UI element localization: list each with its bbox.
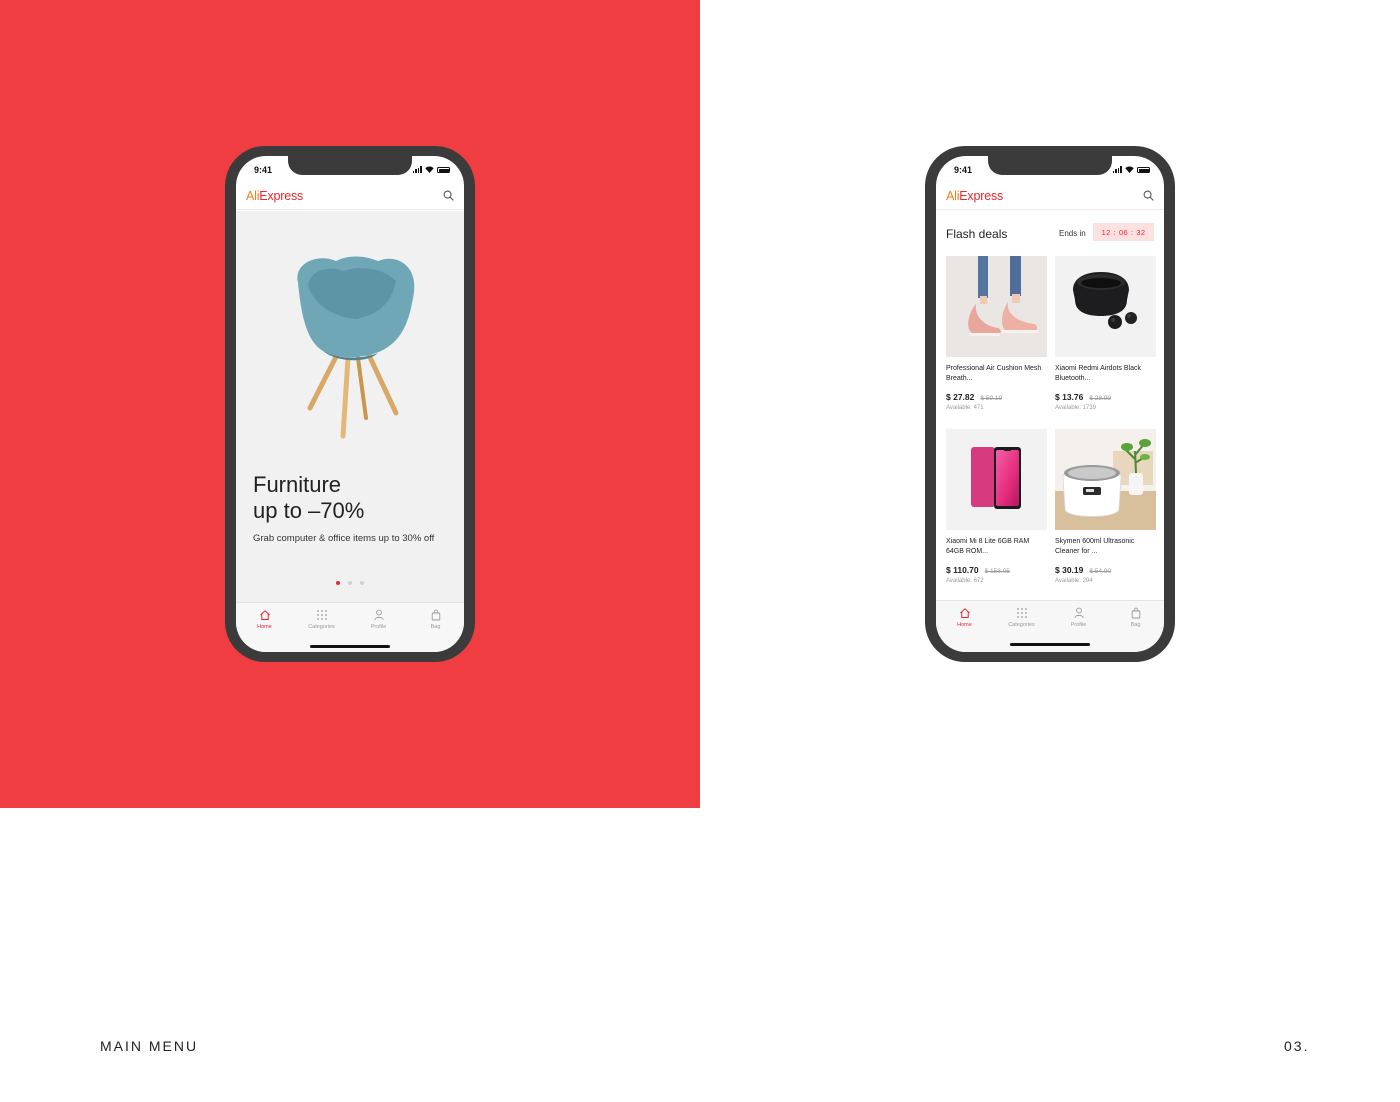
product-price: $ 27.82 (946, 392, 975, 402)
timer-seconds: 32 (1136, 227, 1146, 237)
product-price: $ 30.19 (1055, 565, 1084, 575)
product-image-ultrasonic-cleaner (1055, 429, 1156, 530)
bag-icon (431, 609, 440, 621)
tab-categories[interactable]: Categories (293, 609, 350, 630)
product-availability: Available: 294 (1055, 578, 1093, 584)
banner-subtitle: Grab computer & office items up to 30% o… (253, 533, 435, 544)
phone-mockup-home: 9:41 AliExpress Furniture up to –70% Gra… (225, 146, 475, 662)
carousel-dot[interactable] (360, 581, 364, 585)
tab-profile[interactable]: Profile (350, 609, 407, 630)
product-image-smartphone (946, 429, 1047, 530)
banner-title: Furniture up to –70% (253, 472, 365, 523)
carousel-dot[interactable] (336, 581, 340, 585)
carousel-indicator[interactable] (336, 581, 364, 585)
battery-icon (437, 167, 450, 173)
status-time: 9:41 (954, 165, 973, 175)
product-old-price: $ 153.05 (984, 568, 1010, 575)
product-card[interactable]: Professional Air Cushion Mesh Breath... … (946, 256, 1047, 411)
wifi-icon (425, 166, 434, 173)
product-availability: Available: 672 (946, 578, 984, 584)
chair-image (297, 256, 415, 439)
product-old-price: $ 59.19 (980, 395, 1003, 402)
product-old-price: $ 54.90 (1089, 568, 1112, 575)
aliexpress-logo[interactable]: AliExpress (246, 189, 303, 203)
tab-categories[interactable]: Categories (993, 607, 1050, 628)
status-time: 9:41 (254, 165, 273, 175)
promo-banner[interactable]: Furniture up to –70% Grab computer & off… (236, 211, 464, 602)
user-icon (373, 609, 384, 621)
grid-icon (1016, 608, 1027, 618)
tab-bag[interactable]: Bag (407, 609, 464, 630)
phone-notch (288, 156, 412, 175)
countdown-timer: 12 : 06 : 32 (1093, 223, 1154, 241)
timer-hours: 12 (1101, 227, 1111, 237)
bag-icon (1131, 607, 1140, 619)
product-old-price: $ 28.99 (1089, 395, 1112, 402)
tab-bag[interactable]: Bag (1107, 607, 1164, 628)
phone-screen: 9:41 AliExpress Furniture up to –70% Gra… (236, 156, 464, 652)
product-price: $ 110.70 (946, 565, 979, 575)
phone-screen: 9:41 AliExpress Flash deals Ends in 12 :… (936, 156, 1164, 652)
product-image-sneakers (946, 256, 1047, 357)
product-name: Professional Air Cushion Mesh Breath... (946, 365, 1042, 382)
ends-in-label: Ends in (1059, 229, 1086, 238)
home-indicator[interactable] (310, 645, 390, 648)
product-name: Xiaomi Mi 8 Lite 6GB RAM 64GB ROM... (946, 538, 1030, 555)
product-image-earbuds (1055, 256, 1156, 357)
product-card[interactable]: Xiaomi Mi 8 Lite 6GB RAM 64GB ROM... $ 1… (946, 429, 1047, 584)
app-header: AliExpress (936, 184, 1164, 210)
page-number: 03. (1284, 1038, 1310, 1054)
phone-mockup-flash-deals: 9:41 AliExpress Flash deals Ends in 12 :… (925, 146, 1175, 662)
phone-notch (988, 156, 1112, 175)
user-icon (1073, 607, 1084, 619)
product-price: $ 13.76 (1055, 392, 1084, 402)
tab-bar: Home Categories Profile Bag (936, 600, 1164, 652)
product-card[interactable]: Xiaomi Redmi Airdots Black Bluetooth... … (1055, 256, 1156, 411)
product-availability: Available: 1739 (1055, 405, 1096, 411)
wifi-icon (1125, 166, 1134, 173)
flash-deals-title: Flash deals (946, 227, 1008, 241)
tab-home[interactable]: Home (936, 607, 993, 628)
product-name: Skymen 600ml Ultrasonic Cleaner for ... (1055, 538, 1135, 555)
signal-icon (1112, 166, 1122, 173)
home-indicator[interactable] (1010, 643, 1090, 646)
tab-home[interactable]: Home (236, 609, 293, 630)
product-availability: Available: 471 (946, 405, 984, 411)
search-icon[interactable] (1143, 190, 1154, 201)
aliexpress-logo[interactable]: AliExpress (946, 189, 1003, 203)
signal-icon (412, 166, 422, 173)
product-card[interactable]: Skymen 600ml Ultrasonic Cleaner for ... … (1055, 429, 1156, 584)
search-icon[interactable] (443, 190, 454, 201)
home-icon (959, 608, 970, 618)
grid-icon (316, 610, 327, 620)
timer-minutes: 06 (1119, 227, 1128, 237)
app-header: AliExpress (236, 184, 464, 210)
product-name: Xiaomi Redmi Airdots Black Bluetooth... (1055, 365, 1141, 382)
home-icon (259, 610, 270, 620)
battery-icon (1137, 167, 1150, 173)
section-title: MAIN MENU (100, 1038, 199, 1054)
tab-bar: Home Categories Profile Bag (236, 602, 464, 652)
carousel-dot[interactable] (348, 581, 352, 585)
tab-profile[interactable]: Profile (1050, 607, 1107, 628)
